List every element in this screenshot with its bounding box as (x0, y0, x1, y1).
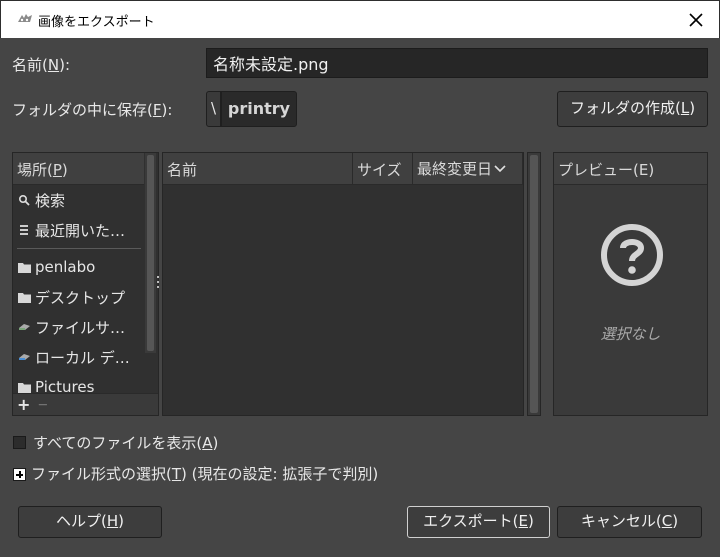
file-type-label[interactable]: ファイル形式の選択(T) (現在の設定: 拡張子で判別) (31, 463, 378, 484)
search-icon (17, 193, 31, 207)
create-folder-button[interactable]: フォルダの作成(L) (557, 91, 708, 127)
places-item-search[interactable]: 検索 (13, 185, 144, 215)
folder-icon (17, 380, 31, 394)
close-icon[interactable] (685, 9, 707, 31)
column-name[interactable]: 名前 (163, 153, 353, 185)
folder-icon (17, 290, 31, 304)
gimp-icon (18, 14, 32, 22)
path-root-button[interactable]: \ (206, 91, 221, 127)
places-footer: + — (13, 393, 158, 415)
filesystem-icon (17, 320, 31, 334)
drive-icon (17, 350, 31, 364)
file-list-scrollbar-thumb[interactable] (530, 155, 538, 413)
help-button[interactable]: ヘルプ(H) (18, 506, 162, 538)
show-all-files-label[interactable]: すべてのファイルを表示(A) (33, 432, 218, 453)
places-sidebar: 場所(P) 検索 最近開いた… penlabo デスクトップ ファイルサ… ロー… (12, 152, 159, 416)
column-modified-label: 最終変更日 (417, 160, 493, 178)
places-item-penlabo[interactable]: penlabo (13, 252, 144, 282)
places-item-recent[interactable]: 最近開いた… (13, 215, 144, 245)
file-list[interactable]: 名前 サイズ 最終変更日 (162, 152, 524, 416)
recent-icon (17, 223, 31, 237)
name-label: 名前(N): (12, 56, 71, 74)
places-item-filesystem[interactable]: ファイルサ… (13, 312, 144, 342)
question-icon (601, 224, 663, 286)
dialog-body: 名前(N): フォルダの中に保存(F): \ printry フォルダの作成(L… (0, 38, 720, 557)
places-header[interactable]: 場所(P) (13, 153, 144, 185)
window-title: 画像をエクスポート (38, 15, 155, 30)
path-button-printry[interactable]: printry (221, 91, 297, 127)
column-size[interactable]: サイズ (353, 153, 413, 185)
places-item-desktop[interactable]: デスクトップ (13, 282, 144, 312)
places-separator (17, 248, 141, 249)
file-type-expander[interactable] (13, 468, 26, 481)
column-modified[interactable]: 最終変更日 (413, 153, 523, 185)
cancel-button[interactable]: キャンセル(C) (557, 506, 702, 538)
preview-header[interactable]: プレビュー(E) (554, 153, 707, 185)
save-in-folder-label: フォルダの中に保存(F): (12, 101, 173, 119)
show-all-files-checkbox[interactable] (13, 436, 26, 449)
folder-icon (17, 260, 31, 274)
add-bookmark-button[interactable]: + (17, 395, 30, 414)
preview-pane: プレビュー(E) 選択なし (553, 152, 708, 416)
pane-resize-handle[interactable] (157, 276, 160, 294)
places-scrollbar-thumb[interactable] (147, 155, 154, 351)
export-button[interactable]: エクスポート(E) (407, 506, 550, 538)
file-list-scrollbar[interactable] (527, 152, 541, 416)
no-selection-text: 選択なし (600, 325, 661, 343)
places-item-local-drive[interactable]: ローカル デ… (13, 342, 144, 372)
remove-bookmark-button[interactable]: — (38, 400, 47, 410)
title-bar: 画像をエクスポート (0, 0, 720, 38)
places-scrollbar[interactable] (145, 153, 156, 353)
chevron-down-icon (494, 164, 506, 172)
filename-input[interactable] (206, 48, 708, 78)
